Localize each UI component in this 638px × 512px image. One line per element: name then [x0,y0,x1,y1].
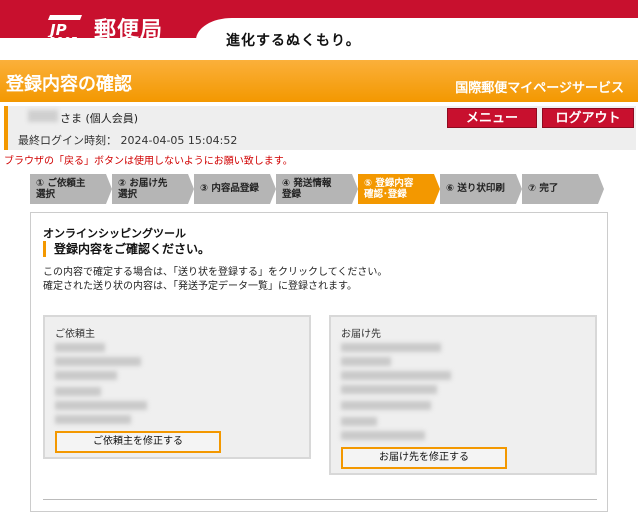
logo-text[interactable]: 郵便局 [94,12,163,44]
site-header: JP POST 郵便局 進化するぬくもり。 [0,0,638,60]
step-label: ⑥ 送り状印刷 [446,183,505,194]
menu-button[interactable]: メニュー [447,108,537,128]
progress-steps: ① ご依頼主 選択 ② お届け先 選択 ③ 内容品登録 ④ 発送情報 登録 ⑤ 登録内… [30,174,608,204]
service-name: 国際郵便マイページサービス [455,81,624,96]
divider [43,499,597,500]
jp-post-logo-icon[interactable]: JP [44,13,84,37]
step-label: 登録 [282,189,302,200]
step-label: ③ 内容品登録 [200,183,259,194]
title-bar: 登録内容の確認 国際郵便マイページサービス [0,60,638,102]
tool-title: オンラインシッピングツール [43,227,186,240]
logo-post-text: POST [50,36,79,44]
tagline: 進化するぬくもり。 [226,33,361,49]
step-4: ④ 発送情報 登録 [276,174,358,204]
redacted-text [341,343,441,352]
redacted-text [341,401,431,410]
step-label: ② お届け先 [118,178,168,189]
step-1: ① ご依頼主 選択 [30,174,112,204]
user-name-redacted [28,110,58,122]
step-3: ③ 内容品登録 [194,174,276,204]
instruction-text: 確定された送り状の内容は、「発送予定データ一覧」に登録されます。 [43,281,357,292]
redacted-text [341,357,391,366]
page-title: 登録内容の確認 [6,74,132,95]
step-label: 確認･登録 [364,189,407,200]
redacted-text [55,387,101,396]
redacted-text [55,357,141,366]
redacted-text [341,385,437,394]
edit-sender-button[interactable]: ご依頼主を修正する [55,431,221,453]
redacted-text [55,371,117,380]
step-7: ⑦ 完了 [522,174,604,204]
step-label: ⑦ 完了 [528,183,559,194]
step-5-current: ⑤ 登録内容 確認･登録 [358,174,440,204]
redacted-text [341,417,377,426]
recipient-label: お届け先 [341,329,381,340]
recipient-box: お届け先 お届け先を修正する [329,315,597,475]
sender-box: ご依頼主 ご依頼主を修正する [43,315,311,459]
back-button-warning: ブラウザの「戻る」ボタンは使用しないようにお願い致します。 [4,156,293,167]
step-label: ④ 発送情報 [282,178,332,189]
redacted-text [55,343,105,352]
redacted-text [341,371,451,380]
step-label: 選択 [36,189,56,200]
redacted-text [55,415,131,424]
logo-mark-text: JP [47,21,67,37]
confirm-heading: 登録内容をご確認ください。 [43,241,210,257]
edit-recipient-button[interactable]: お届け先を修正する [341,447,507,469]
user-name-suffix: さま (個人会員) [60,112,139,125]
step-label: ⑤ 登録内容 [364,178,414,189]
step-6: ⑥ 送り状印刷 [440,174,522,204]
redacted-text [341,431,425,440]
step-label: 選択 [118,189,138,200]
sender-label: ご依頼主 [55,329,95,340]
step-2: ② お届け先 選択 [112,174,194,204]
instruction-text: この内容で確定する場合は、「送り状を登録する」をクリックしてください。 [43,267,388,278]
main-content: オンラインシッピングツール 登録内容をご確認ください。 この内容で確定する場合は… [30,212,608,512]
last-login-time: 最終ログイン時刻： 2024-04-05 15:04:52 [18,134,238,147]
logout-button[interactable]: ログアウト [542,108,634,128]
redacted-text [55,401,147,410]
step-label: ① ご依頼主 [36,178,86,189]
